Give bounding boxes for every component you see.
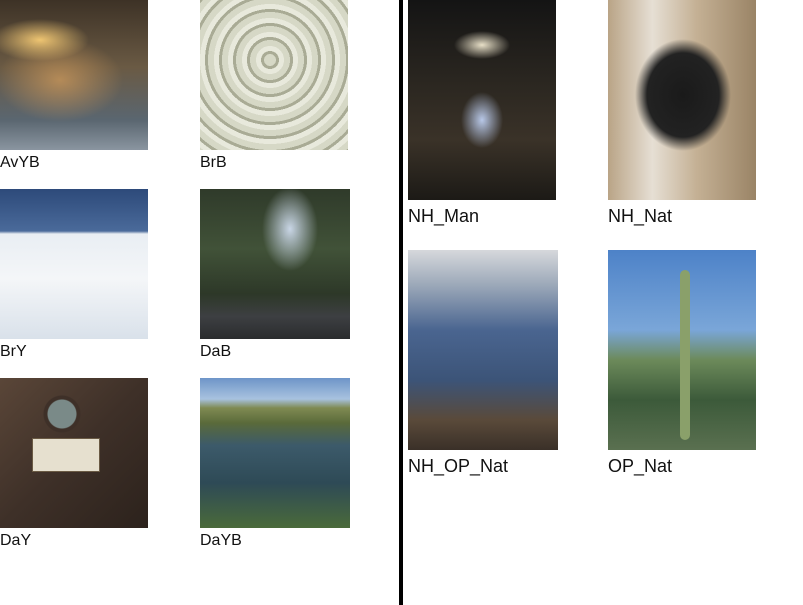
photo-bry — [0, 189, 148, 339]
label-bry: BrY — [0, 343, 27, 360]
label-day: DaY — [0, 532, 32, 549]
photo-day — [0, 378, 148, 528]
photo-op-nat — [608, 250, 756, 450]
photo-nh-op-nat — [408, 250, 558, 450]
photo-dab — [200, 189, 350, 339]
panel-divider — [399, 0, 403, 605]
label-nh-op-nat: NH_OP_Nat — [408, 456, 509, 476]
photo-nh-nat — [608, 0, 756, 200]
photo-nh-man — [408, 0, 556, 200]
label-nh-man: NH_Man — [408, 206, 480, 226]
photo-avyb — [0, 0, 148, 150]
label-nh-nat: NH_Nat — [608, 206, 673, 226]
label-dayb: DaYB — [200, 532, 242, 549]
cactus-shape — [680, 270, 690, 440]
photo-dayb — [200, 378, 350, 528]
label-avyb: AvYB — [0, 154, 40, 171]
photo-brb — [200, 0, 348, 150]
caution-plate — [32, 438, 100, 472]
label-dab: DaB — [200, 343, 232, 360]
label-brb: BrB — [200, 154, 227, 171]
label-op-nat: OP_Nat — [608, 456, 673, 476]
